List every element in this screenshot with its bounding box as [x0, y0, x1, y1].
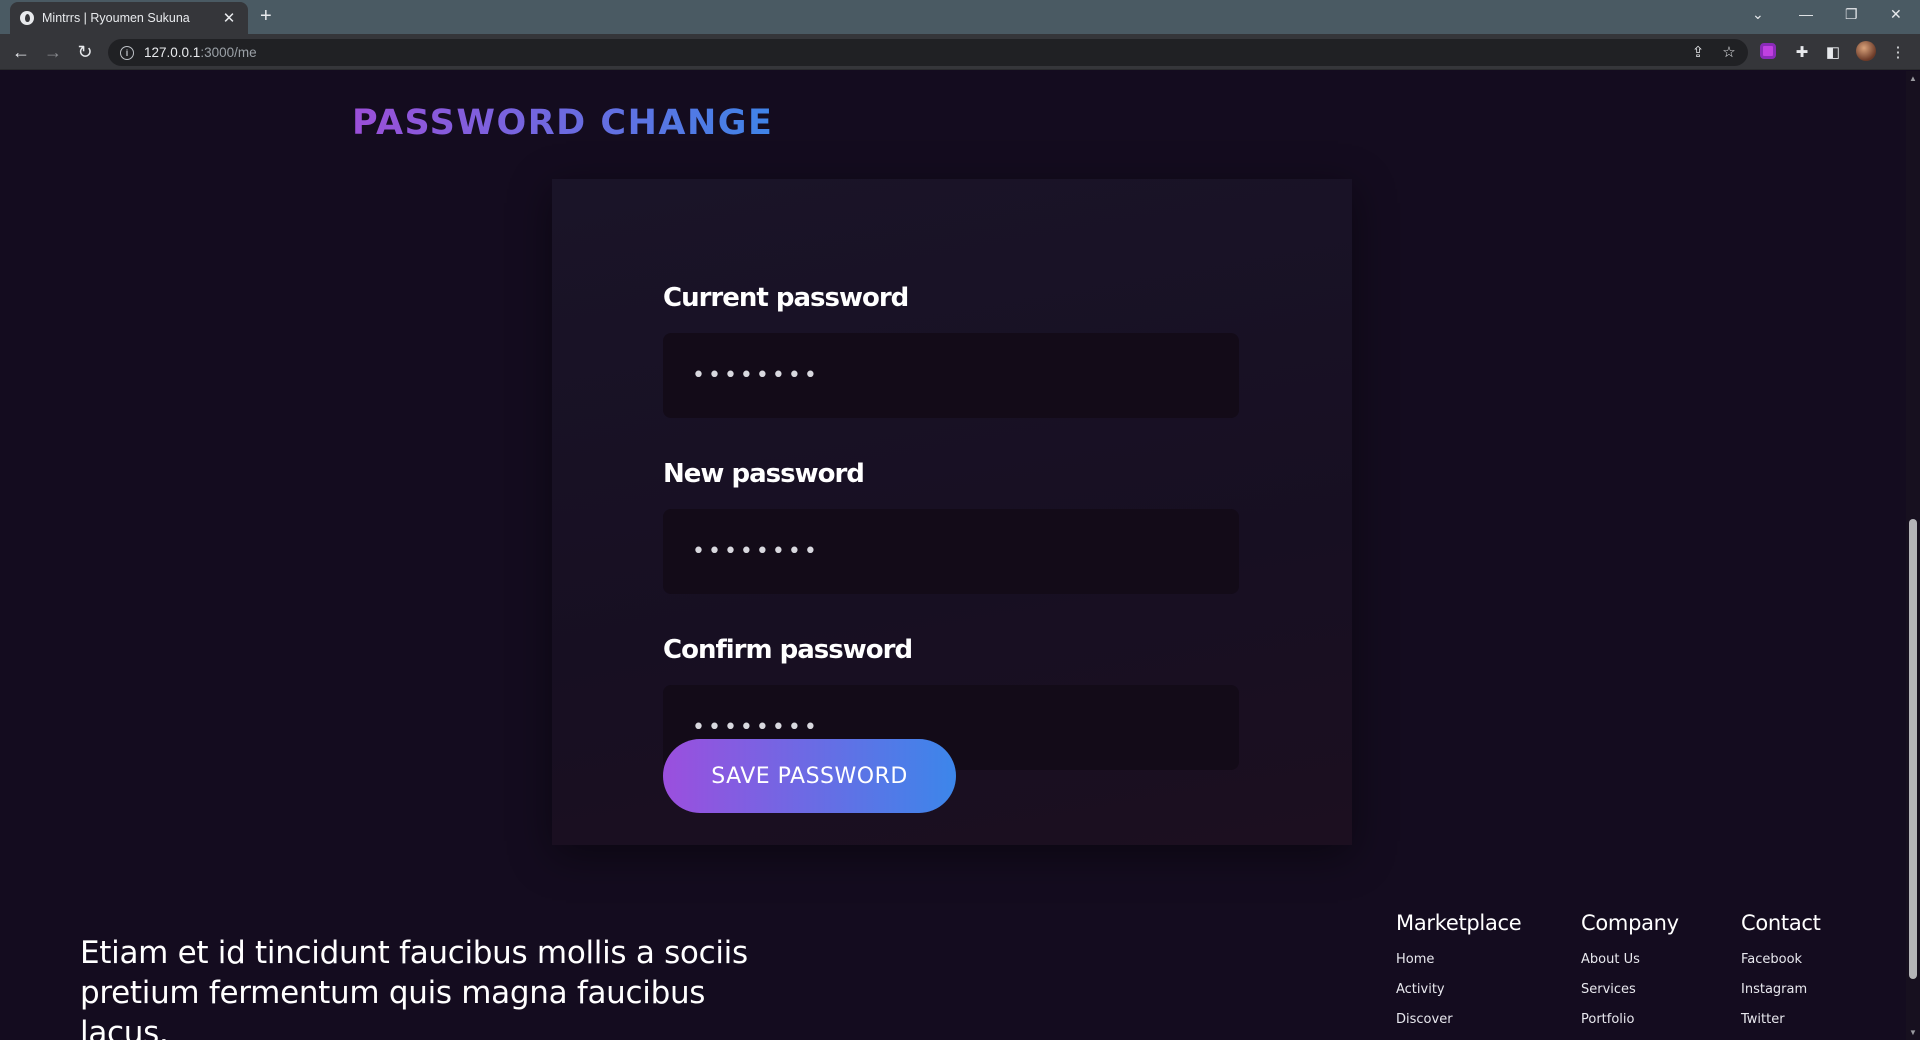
share-icon[interactable]: ⇪	[1688, 43, 1708, 61]
sidepanel-icon[interactable]: ◧	[1823, 43, 1843, 61]
page-title: PASSWORD CHANGE	[352, 103, 774, 143]
footer-link-about-us[interactable]: About Us	[1581, 945, 1679, 975]
footer-heading: Contact	[1741, 911, 1821, 935]
restore-icon[interactable]: ❐	[1845, 6, 1858, 23]
tab-search-icon[interactable]: ⌄	[1752, 6, 1764, 23]
footer-link-home[interactable]: Home	[1396, 945, 1521, 975]
forward-arrow-icon[interactable]: →	[42, 41, 64, 63]
browser-toolbar: ← → ↻ i 127.0.0.1 :3000/me ⇪ ☆ ✚ ◧ ⋮	[0, 34, 1920, 70]
footer-link-activity[interactable]: Activity	[1396, 975, 1521, 1005]
window-close-icon[interactable]: ✕	[1890, 6, 1902, 23]
new-password-input[interactable]	[663, 509, 1239, 594]
address-bar[interactable]: i 127.0.0.1 :3000/me	[108, 39, 1748, 66]
footer-heading: Company	[1581, 911, 1679, 935]
footer-tagline: Etiam et id tincidunt faucibus mollis a …	[80, 935, 748, 1040]
close-tab-icon[interactable]: ✕	[220, 9, 238, 27]
extension-icon[interactable]	[1760, 43, 1776, 59]
current-password-input[interactable]	[663, 333, 1239, 418]
footer-heading: Marketplace	[1396, 911, 1522, 935]
star-icon[interactable]: ☆	[1719, 43, 1739, 61]
scrollbar-thumb[interactable]	[1909, 519, 1917, 979]
url-path: :3000/me	[200, 45, 257, 60]
tab-title: Mintrrs | Ryoumen Sukuna	[42, 11, 190, 25]
footer-link-twitter[interactable]: Twitter	[1741, 1005, 1821, 1035]
minimize-icon[interactable]: —	[1799, 6, 1813, 22]
confirm-password-label: Confirm password	[663, 635, 913, 665]
info-icon[interactable]: i	[120, 45, 134, 60]
url-host: 127.0.0.1	[144, 45, 201, 60]
kebab-menu-icon[interactable]: ⋮	[1888, 43, 1908, 61]
new-tab-icon[interactable]: +	[260, 6, 272, 26]
page-scrollbar[interactable]: ▲ ▼	[1906, 71, 1920, 1040]
footer-link-discover[interactable]: Discover	[1396, 1005, 1521, 1035]
footer-column-contact: Contact Facebook Instagram Twitter	[1741, 911, 1821, 1035]
browser-tab-bar: Mintrrs | Ryoumen Sukuna ✕ + ⌄ — ❐ ✕	[0, 0, 1920, 34]
scroll-up-icon[interactable]: ▲	[1909, 74, 1917, 83]
puzzle-icon[interactable]: ✚	[1792, 43, 1812, 61]
site-favicon-icon	[20, 11, 34, 25]
password-change-card: Current password New password Confirm pa…	[552, 179, 1352, 845]
footer-column-marketplace: Marketplace Home Activity Discover	[1396, 911, 1522, 1035]
profile-avatar[interactable]	[1856, 41, 1876, 61]
save-password-button[interactable]: SAVE PASSWORD	[663, 739, 956, 813]
scroll-down-icon[interactable]: ▼	[1909, 1028, 1917, 1037]
footer-link-instagram[interactable]: Instagram	[1741, 975, 1821, 1005]
new-password-label: New password	[663, 459, 865, 489]
footer-link-services[interactable]: Services	[1581, 975, 1679, 1005]
page-content: PASSWORD CHANGE Current password New pas…	[0, 71, 1920, 1040]
back-arrow-icon[interactable]: ←	[10, 41, 32, 63]
current-password-label: Current password	[663, 283, 909, 313]
footer-column-company: Company About Us Services Portfolio	[1581, 911, 1679, 1035]
browser-tab[interactable]: Mintrrs | Ryoumen Sukuna ✕	[10, 2, 248, 34]
footer-link-facebook[interactable]: Facebook	[1741, 945, 1821, 975]
footer-link-portfolio[interactable]: Portfolio	[1581, 1005, 1679, 1035]
reload-icon[interactable]: ↻	[74, 41, 96, 63]
